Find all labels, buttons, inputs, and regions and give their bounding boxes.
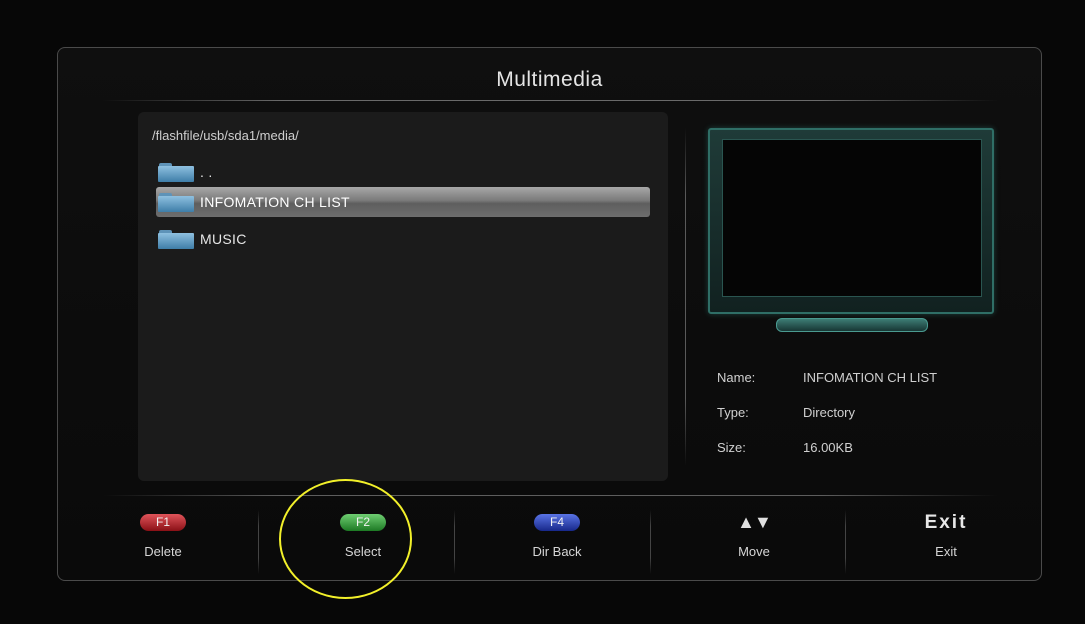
up-down-arrow-icon: ▲▼ xyxy=(737,512,772,532)
exit-button[interactable]: Exit Exit xyxy=(866,512,1026,574)
info-size-value: 16.00KB xyxy=(803,440,853,455)
title-divider xyxy=(103,100,998,101)
exit-label: Exit xyxy=(935,544,957,559)
key-divider xyxy=(454,510,455,574)
info-type-label: Type: xyxy=(717,405,749,420)
move-button[interactable]: ▲▼ Move xyxy=(674,512,834,574)
dir-back-button[interactable]: F4 Dir Back xyxy=(477,514,637,574)
folder-icon xyxy=(158,162,194,182)
list-item-label: MUSIC xyxy=(200,231,247,247)
list-item-parent[interactable]: . . xyxy=(156,157,650,187)
preview-screen xyxy=(722,139,982,297)
info-size-label: Size: xyxy=(717,440,746,455)
panel-divider xyxy=(685,128,686,466)
multimedia-window: Multimedia /flashfile/usb/sda1/media/ . … xyxy=(57,47,1042,581)
delete-label: Delete xyxy=(144,544,182,559)
window-title: Multimedia xyxy=(496,68,603,91)
list-item-music[interactable]: MUSIC xyxy=(156,224,650,254)
key-divider xyxy=(845,510,846,574)
current-path: /flashfile/usb/sda1/media/ xyxy=(152,128,299,143)
folder-icon xyxy=(158,229,194,249)
screen: Multimedia /flashfile/usb/sda1/media/ . … xyxy=(0,0,1085,624)
f1-key: F1 xyxy=(140,514,186,531)
f4-key: F4 xyxy=(534,514,580,531)
list-item-infomation-ch-list[interactable]: INFOMATION CH LIST xyxy=(156,187,650,217)
delete-button[interactable]: F1 Delete xyxy=(83,514,243,574)
exit-key: Exit xyxy=(924,512,968,533)
info-name-label: Name: xyxy=(717,370,756,385)
key-divider xyxy=(258,510,259,574)
list-item-label: . . xyxy=(200,164,213,180)
tv-icon xyxy=(708,128,996,338)
highlight-circle xyxy=(279,479,412,599)
dir-back-label: Dir Back xyxy=(532,544,582,559)
file-browser: /flashfile/usb/sda1/media/ . . INFOMATIO… xyxy=(138,112,668,481)
info-type-value: Directory xyxy=(803,405,856,420)
footer-divider xyxy=(103,495,998,496)
move-label: Move xyxy=(738,544,770,559)
folder-icon xyxy=(158,192,194,212)
tv-frame xyxy=(708,128,994,314)
tv-stand xyxy=(776,318,928,332)
key-divider xyxy=(650,510,651,574)
info-name-value: INFOMATION CH LIST xyxy=(803,370,938,385)
list-item-label: INFOMATION CH LIST xyxy=(200,194,350,210)
